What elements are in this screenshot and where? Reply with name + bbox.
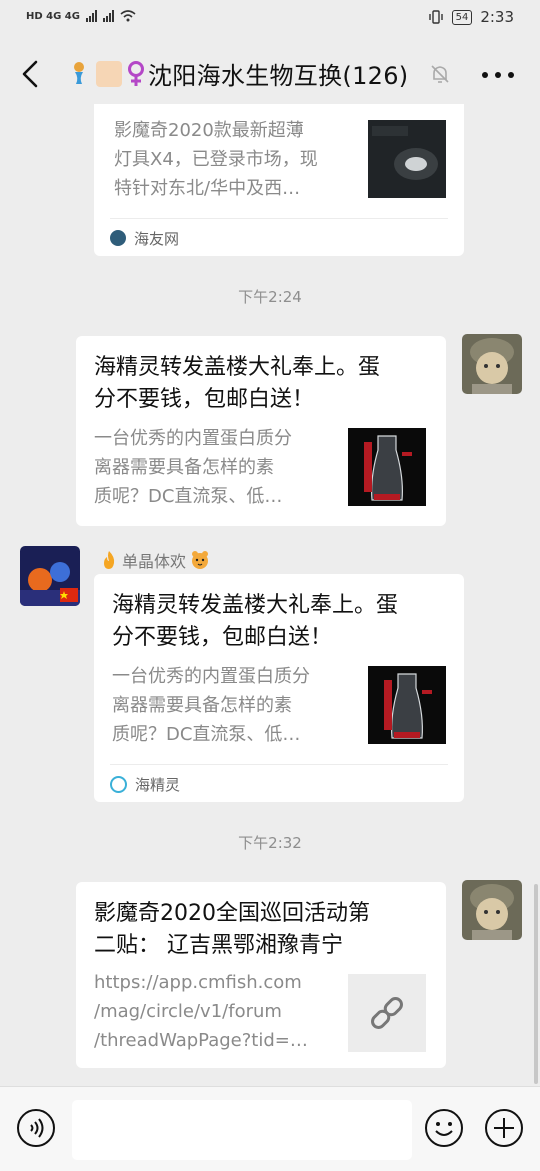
desc-line: /threadWapPage?tid=… bbox=[94, 1030, 308, 1051]
bell-off-icon bbox=[431, 65, 449, 83]
network-indicators: HD 4G 4G bbox=[26, 10, 136, 22]
fire-icon bbox=[104, 551, 115, 569]
desc-line: 特针对东北/华中及西… bbox=[114, 178, 301, 199]
title-line: 海精灵转发盖楼大礼奉上。蛋 bbox=[94, 355, 381, 380]
card-title: 海精灵转发盖楼大礼奉上。蛋 分不要钱，包邮白送！ bbox=[94, 352, 434, 416]
link-card-haijingling-sent[interactable]: 海精灵转发盖楼大礼奉上。蛋 分不要钱，包邮白送！ 一台优秀的内置蛋白质分 离器需… bbox=[76, 336, 446, 526]
skin-tone-emoji-icon bbox=[96, 60, 122, 87]
haijingling-logo-icon bbox=[110, 775, 127, 793]
scrollbar[interactable] bbox=[534, 884, 538, 1084]
chevron-left-icon[interactable] bbox=[16, 56, 46, 92]
status-right: 54 2:33 bbox=[428, 8, 514, 26]
group-name: 沈阳海水生物互换(126) bbox=[148, 62, 409, 90]
card-desc: 一台优秀的内置蛋白质分 离器需要具备怎样的素 质呢？DC直流泵、低… bbox=[112, 662, 352, 749]
desc-line: 质呢？DC直流泵、低… bbox=[112, 724, 301, 745]
chat-title[interactable]: 沈阳海水生物互换(126) bbox=[66, 56, 408, 91]
vibrate-icon bbox=[428, 10, 443, 24]
desc-line: /mag/circle/v1/forum bbox=[94, 1001, 282, 1022]
card-desc: 一台优秀的内置蛋白质分 离器需要具备怎样的素 质呢？DC直流泵、低… bbox=[94, 424, 334, 511]
title-line: 海精灵转发盖楼大礼奉上。蛋 bbox=[112, 593, 399, 618]
desc-line: 一台优秀的内置蛋白质分 bbox=[94, 428, 292, 449]
link-card-cmfish[interactable]: 影魔奇2020全国巡回活动第 二贴： 辽吉黑鄂湘豫青宁 https://app.… bbox=[76, 882, 446, 1068]
wifi-icon bbox=[120, 10, 136, 22]
title-line: 二贴： 辽吉黑鄂湘豫青宁 bbox=[94, 933, 343, 958]
card-source: 海友网 bbox=[110, 218, 448, 257]
emoji-icon[interactable] bbox=[424, 1108, 464, 1148]
my-avatar[interactable] bbox=[462, 880, 522, 940]
signal-icon bbox=[85, 10, 97, 22]
title-line: 影魔奇2020全国巡回活动第 bbox=[94, 901, 370, 926]
more-dots-icon[interactable] bbox=[482, 72, 514, 78]
mermaid-emoji-icon bbox=[74, 61, 84, 84]
skimmer-thumbnail bbox=[368, 666, 446, 744]
source-name: 海精灵 bbox=[135, 775, 181, 794]
sender-name: 单晶体欢 bbox=[100, 548, 210, 572]
message-input[interactable] bbox=[72, 1100, 412, 1160]
card-desc: https://app.cmfish.com /mag/circle/v1/fo… bbox=[94, 968, 334, 1055]
status-bar: HD 4G 4G 54 2:33 bbox=[0, 0, 540, 36]
desc-line: 质呢？DC直流泵、低… bbox=[94, 486, 283, 507]
network-text: HD 4G 4G bbox=[26, 10, 80, 22]
desc-line: 离器需要具备怎样的素 bbox=[94, 457, 274, 478]
sender-name-text: 单晶体欢 bbox=[122, 552, 187, 571]
signal-icon-2 bbox=[102, 10, 114, 22]
chat-header: 沈阳海水生物互换(126) bbox=[0, 36, 540, 112]
desc-line: 离器需要具备怎样的素 bbox=[112, 695, 292, 716]
battery-icon: 54 bbox=[451, 9, 473, 25]
link-thumbnail bbox=[348, 974, 426, 1052]
skimmer-thumbnail bbox=[348, 428, 426, 506]
title-line: 分不要钱，包邮白送！ bbox=[94, 387, 315, 412]
timestamp: 下午2:24 bbox=[238, 288, 302, 306]
desc-line: 灯具X4，已登录市场，现 bbox=[114, 149, 318, 170]
title-line: 分不要钱，包邮白送！ bbox=[112, 625, 333, 650]
status-time: 2:33 bbox=[480, 8, 514, 26]
link-card-haiyou[interactable]: 影魔奇2020款最新超薄 灯具X4，已登录市场，现 特针对东北/华中及西… 海友… bbox=[94, 104, 464, 256]
lamp-thumbnail bbox=[368, 120, 446, 198]
desc-line: https://app.cmfish.com bbox=[94, 972, 302, 993]
card-source: 海精灵 bbox=[110, 764, 448, 803]
timestamp: 下午2:32 bbox=[238, 834, 302, 852]
tiger-icon bbox=[192, 551, 209, 569]
desc-line: 影魔奇2020款最新超薄 bbox=[114, 120, 304, 141]
card-title: 海精灵转发盖楼大礼奉上。蛋 分不要钱，包邮白送！ bbox=[112, 590, 452, 654]
card-desc: 影魔奇2020款最新超薄 灯具X4，已登录市场，现 特针对东北/华中及西… bbox=[114, 116, 354, 203]
link-card-haijingling-received[interactable]: 海精灵转发盖楼大礼奉上。蛋 分不要钱，包邮白送！ 一台优秀的内置蛋白质分 离器需… bbox=[94, 574, 464, 802]
plus-circle-icon[interactable] bbox=[484, 1108, 524, 1148]
desc-line: 一台优秀的内置蛋白质分 bbox=[112, 666, 310, 687]
link-icon bbox=[371, 997, 403, 1029]
source-name: 海友网 bbox=[134, 229, 180, 248]
voice-icon[interactable] bbox=[16, 1108, 56, 1148]
sender-avatar[interactable] bbox=[20, 546, 80, 606]
female-sign-icon bbox=[128, 60, 144, 86]
card-title: 影魔奇2020全国巡回活动第 二贴： 辽吉黑鄂湘豫青宁 bbox=[94, 898, 434, 962]
my-avatar[interactable] bbox=[462, 334, 522, 394]
input-bar bbox=[0, 1086, 540, 1171]
haiyou-logo-icon bbox=[110, 230, 126, 246]
